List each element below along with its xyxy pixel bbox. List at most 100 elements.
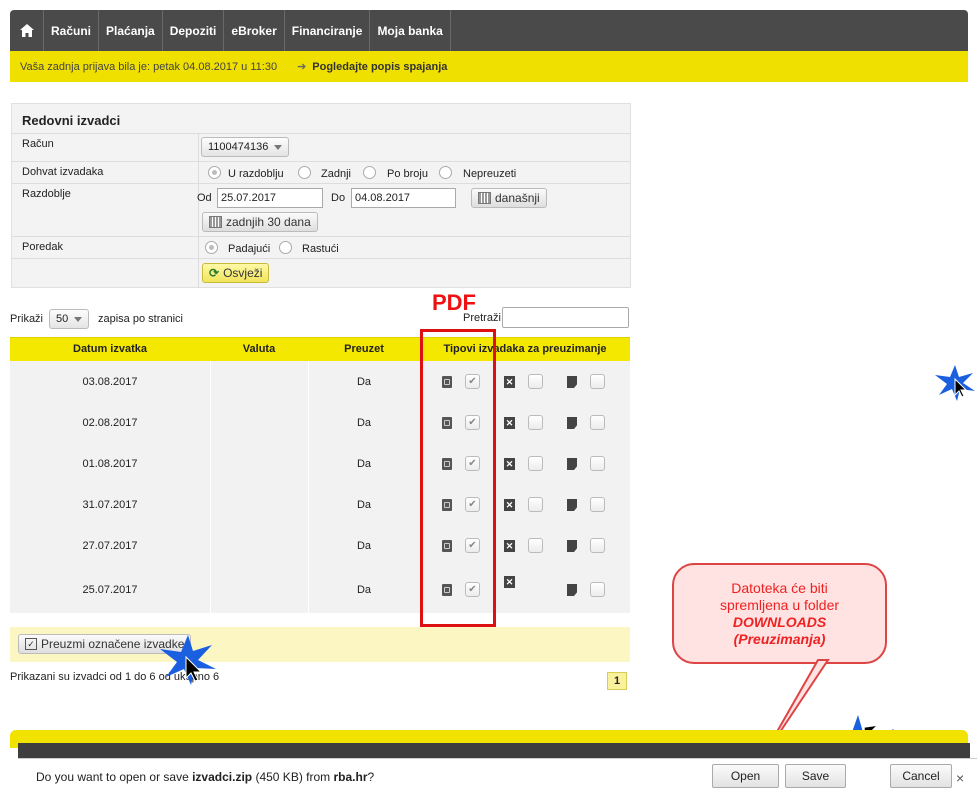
document-icon: [567, 584, 577, 596]
radio-u-razdoblju[interactable]: [208, 166, 221, 179]
search-input[interactable]: [502, 307, 629, 328]
callout-folder: DOWNLOADS: [732, 613, 827, 630]
refresh-button[interactable]: ⟳ Osvježi: [202, 263, 270, 283]
calendar-icon: [209, 216, 222, 228]
document-icon: [567, 417, 577, 429]
account-label: Račun: [22, 138, 54, 150]
chevron-down-icon: [274, 144, 283, 150]
close-icon[interactable]: ×: [956, 770, 964, 786]
excel-icon: ✕: [504, 376, 515, 388]
to-label: Do: [331, 192, 346, 204]
col-currency[interactable]: Valuta: [210, 343, 308, 355]
table-row: 25.07.2017 Da ✔ ✕: [10, 566, 630, 614]
document-checkbox[interactable]: [590, 538, 605, 553]
click-highlight-icon: [935, 365, 975, 401]
pdf-annotation-box: [420, 329, 496, 627]
excel-icon: ✕: [504, 458, 515, 470]
document-icon: [567, 376, 577, 388]
table-row: 02.08.2017 Da ✔ ✕: [10, 402, 630, 444]
open-button[interactable]: Open: [712, 764, 779, 788]
main-nav: Računi Plaćanja Depoziti eBroker Financi…: [10, 10, 968, 51]
pdf-annotation-label: PDF: [432, 290, 476, 315]
save-button[interactable]: Save: [785, 764, 846, 788]
page-1-button[interactable]: 1: [607, 672, 627, 690]
cell-date: 25.07.2017: [82, 583, 138, 596]
excel-checkbox[interactable]: [528, 456, 543, 471]
document-checkbox[interactable]: [590, 374, 605, 389]
excel-icon: ✕: [504, 499, 515, 511]
excel-checkbox[interactable]: [528, 415, 543, 430]
document-checkbox[interactable]: [590, 497, 605, 512]
document-icon: [567, 540, 577, 552]
nav-ebroker[interactable]: eBroker: [224, 10, 285, 51]
col-date[interactable]: Datum izvatka: [10, 343, 210, 355]
from-date-input[interactable]: 25.07.2017: [217, 188, 323, 208]
cell-currency: [210, 443, 308, 484]
radio-label: Po broju: [387, 168, 428, 180]
radio-label: Padajući: [228, 243, 271, 255]
document-icon: [567, 499, 577, 511]
radio-zadnji[interactable]: [298, 166, 311, 179]
cell-currency: [210, 566, 308, 613]
document-checkbox[interactable]: [590, 456, 605, 471]
excel-icon: ✕: [504, 417, 515, 429]
radio-po-broju[interactable]: [363, 166, 376, 179]
panel-title: Redovni izvadci: [22, 113, 121, 128]
row-account: Račun 1100474136: [12, 133, 630, 162]
document-checkbox[interactable]: [590, 415, 605, 430]
page-footer-dark: [18, 743, 970, 759]
last-login-bar: Vaša zadnja prijava bila je: petak 04.08…: [10, 51, 968, 82]
table-footer: ✓ Preuzmi označene izvadke: [10, 627, 630, 662]
cell-currency: [210, 525, 308, 566]
per-page-label: zapisa po stranici: [98, 313, 183, 325]
row-order: Poredak Padajući Rastući: [12, 236, 630, 259]
radio-nepreuzeti[interactable]: [439, 166, 452, 179]
excel-icon: ✕: [504, 540, 515, 552]
cell-date: 31.07.2017: [82, 498, 138, 511]
table-row: 03.08.2017 Da ✔ ✕: [10, 361, 630, 403]
nav-depoziti[interactable]: Depoziti: [163, 10, 225, 51]
download-notification-bar: Do you want to open or save izvadci.zip …: [18, 758, 977, 797]
from-label: Od: [197, 192, 212, 204]
cell-date: 03.08.2017: [82, 375, 138, 388]
excel-checkbox[interactable]: [528, 538, 543, 553]
nav-moja-banka[interactable]: Moja banka: [370, 10, 451, 51]
table-header: Datum izvatka Valuta Preuzet Tipovi izva…: [10, 337, 630, 362]
document-checkbox[interactable]: [590, 582, 605, 597]
cancel-button[interactable]: Cancel: [890, 764, 952, 788]
col-downloaded[interactable]: Preuzet: [308, 343, 420, 355]
page-size-select[interactable]: 50: [49, 309, 90, 329]
to-date-input[interactable]: 04.08.2017: [351, 188, 456, 208]
table-row: 31.07.2017 Da ✔ ✕: [10, 484, 630, 526]
excel-checkbox[interactable]: [528, 374, 543, 389]
cell-currency: [210, 402, 308, 443]
table-row: 27.07.2017 Da ✔ ✕: [10, 525, 630, 567]
radio-label: Rastući: [302, 243, 339, 255]
row-fetch: Dohvat izvadaka U razdoblju Zadnji Po br…: [12, 161, 630, 184]
calendar-icon: [478, 192, 491, 204]
connections-link[interactable]: Pogledajte popis spajanja: [312, 61, 447, 73]
today-button[interactable]: današnji: [471, 188, 547, 208]
nav-racuni[interactable]: Računi: [44, 10, 100, 51]
cell-downloaded: Da: [356, 583, 372, 596]
account-select[interactable]: 1100474136: [201, 137, 290, 157]
order-label: Poredak: [22, 241, 63, 253]
nav-home[interactable]: [10, 10, 44, 51]
cell-currency: [210, 361, 308, 402]
table-row: 01.08.2017 Da ✔ ✕: [10, 443, 630, 485]
excel-checkbox[interactable]: [528, 497, 543, 512]
radio-label: Zadnji: [321, 168, 351, 180]
callout-line: Datoteka će biti: [731, 579, 828, 596]
nav-financiranje[interactable]: Financiranje: [285, 10, 371, 51]
cell-date: 02.08.2017: [82, 416, 138, 429]
radio-padajuci[interactable]: [205, 241, 218, 254]
document-icon: [567, 458, 577, 470]
last-30-days-button[interactable]: zadnjih 30 dana: [202, 212, 318, 232]
cell-downloaded: Da: [356, 498, 372, 511]
click-highlight-icon: [160, 635, 216, 685]
callout-line: spremljena u folder: [719, 596, 840, 613]
cell-downloaded: Da: [356, 539, 372, 552]
cell-downloaded: Da: [356, 416, 372, 429]
radio-rastuci[interactable]: [279, 241, 292, 254]
nav-placanja[interactable]: Plaćanja: [99, 10, 163, 51]
